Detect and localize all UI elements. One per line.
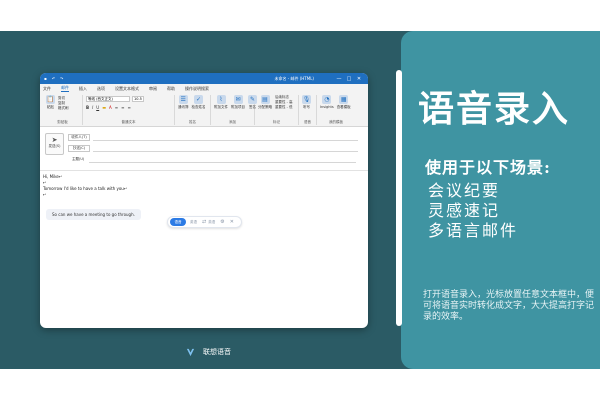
dictate-button[interactable]: 🎙 听写 — [302, 95, 311, 110]
format-painter-button[interactable]: 格式刷 — [58, 106, 69, 111]
menu-help[interactable]: 帮助 — [167, 86, 175, 92]
close-icon[interactable]: ✕ — [230, 219, 234, 225]
attach-item-button[interactable]: ✉ 附加项目 — [231, 95, 245, 110]
group-label: 添加 — [229, 120, 236, 124]
font-size-select[interactable]: 10.5 — [132, 96, 144, 102]
align-right-icon[interactable]: ≡ — [127, 105, 130, 110]
menu-message[interactable]: 邮件 — [61, 85, 69, 92]
brand-name: 联想语音 — [203, 348, 231, 356]
underline-button[interactable]: U — [96, 105, 99, 110]
subject-label: 主题(U) — [72, 156, 85, 161]
microphone-icon: 🎙 — [302, 95, 311, 104]
menu-file[interactable]: 文件 — [43, 86, 51, 92]
template-icon: ▦ — [339, 95, 349, 104]
menu-insert[interactable]: 插入 — [79, 86, 87, 92]
body-line: Tomorrow I'd like to have a talk with yo… — [43, 186, 128, 191]
voice-toolbar: 语音 英语 ⇄ 英语 ⚙ ✕ — [167, 216, 242, 228]
group-names: ☰ 通讯簿 ✓ 检查姓名 姓名 — [175, 95, 211, 125]
dictation-bubble: So can we have a meeting to go through. — [46, 209, 141, 220]
lenovo-voice-logo-icon — [186, 348, 195, 357]
settings-icon[interactable]: ⚙ — [220, 219, 224, 225]
close-button[interactable]: ✕ — [354, 76, 364, 82]
header-divider — [40, 170, 368, 171]
undo-icon[interactable]: ↶ — [52, 76, 57, 81]
align-left-icon[interactable]: ≡ — [115, 105, 118, 110]
policy-icon: ▤ — [260, 95, 270, 104]
group-label: 标记 — [273, 120, 280, 124]
title-bar: ▪ ↶ ↷ 未命名 - 邮件 (HTML) — □ ✕ — [40, 73, 368, 84]
panel-divider — [396, 70, 402, 326]
maximize-button[interactable]: □ — [344, 76, 354, 82]
check-names-button[interactable]: ✓ 检查姓名 — [192, 95, 206, 110]
group-voice: 🎙 听写 语音 — [299, 95, 317, 125]
menu-options[interactable]: 选项 — [97, 86, 105, 92]
scene-item: 灵感速记 — [428, 201, 501, 220]
group-clipboard: 📋 粘贴 剪切 复制 格式刷 剪贴板 — [43, 95, 83, 125]
group-label: 我的模板 — [329, 120, 343, 124]
cc-row: 抄送(C) — [68, 144, 358, 152]
font-color-icon[interactable]: A — [109, 105, 112, 110]
assign-policy-button[interactable]: ▤ 分配策略 — [258, 95, 272, 110]
cc-input[interactable] — [93, 145, 358, 152]
group-label: 语音 — [304, 120, 311, 124]
to-button[interactable]: 收件人(T) — [68, 133, 90, 141]
redo-icon[interactable]: ↷ — [60, 76, 65, 81]
promo-description: 打开语音录入，光标放置任意文本框中，便可将语音实时转化成文字，大大提高打字记录的… — [423, 290, 595, 322]
address-book-button[interactable]: ☰ 通讯簿 — [178, 95, 189, 110]
group-label: 剪贴板 — [57, 120, 68, 124]
view-templates-button[interactable]: ▦ 查看模板 — [337, 95, 351, 110]
voice-active-button[interactable]: 语音 — [170, 218, 186, 226]
menu-format-text[interactable]: 设置文本格式 — [115, 86, 139, 92]
outlook-window: ▪ ↶ ↷ 未命名 - 邮件 (HTML) — □ ✕ 文件 邮件 插入 选项 … — [40, 73, 368, 328]
swap-icon[interactable]: ⇄ — [202, 219, 206, 225]
subject-row: 主题(U) — [68, 155, 357, 163]
group-label: 姓名 — [189, 120, 196, 124]
document-title: 未命名 - 邮件 (HTML) — [274, 75, 314, 81]
align-center-icon[interactable]: ≡ — [121, 105, 124, 110]
attach-item-icon: ✉ — [233, 95, 243, 104]
subject-input[interactable] — [89, 156, 357, 163]
promo-title: 语音录入 — [418, 88, 571, 130]
tell-me-search[interactable]: 操作说明搜索 — [185, 86, 209, 92]
group-tags: ▤ 分配策略 后续标志 重要性 - 高 重要性 - 低 标记 — [255, 95, 299, 125]
attach-file-button[interactable]: ⌇ 附加文件 — [214, 95, 228, 110]
to-row: 收件人(T) — [68, 133, 358, 141]
save-icon[interactable]: ▪ — [44, 76, 49, 81]
insights-button[interactable]: ◔ Insights — [320, 95, 334, 109]
language-source[interactable]: 英语 — [190, 220, 197, 225]
body-line: ↵ — [43, 192, 47, 197]
bold-button[interactable]: B — [86, 105, 89, 110]
paste-icon: 📋 — [46, 95, 55, 104]
minimize-button[interactable]: — — [334, 76, 344, 82]
message-body[interactable]: Hi, Mike↵ ↵ Tomorrow I'd like to have a … — [43, 174, 127, 198]
font-family-select[interactable]: 等线 (西文正文) — [86, 96, 130, 102]
cc-button[interactable]: 抄送(C) — [68, 144, 90, 152]
paperclip-icon: ⌇ — [216, 95, 226, 104]
group-addins: ◔ Insights ▦ 查看模板 我的模板 — [317, 95, 355, 125]
ribbon: 📋 粘贴 剪切 复制 格式刷 剪贴板 等线 (西文正文) 10.5 B I U — [40, 93, 368, 127]
low-importance-button[interactable]: 重要性 - 低 — [275, 105, 293, 110]
scene-list: 会议纪要 灵感速记 多语言邮件 — [428, 181, 518, 241]
scene-item: 会议纪要 — [428, 181, 501, 200]
paste-button[interactable]: 📋 粘贴 — [46, 95, 55, 110]
brand: 联想语音 — [186, 347, 231, 357]
send-icon: ➤ — [51, 136, 58, 144]
highlight-icon[interactable]: ▬ — [102, 105, 106, 110]
menu-bar: 文件 邮件 插入 选项 设置文本格式 审阅 帮助 操作说明搜索 — [40, 84, 368, 93]
check-names-icon: ✓ — [194, 95, 203, 104]
address-book-icon: ☰ — [178, 95, 188, 104]
language-target[interactable]: 英语 — [208, 220, 215, 225]
to-input[interactable] — [93, 134, 358, 141]
insights-icon: ◔ — [322, 95, 332, 104]
italic-button[interactable]: I — [92, 105, 93, 110]
send-button[interactable]: ➤ 发送(S) — [45, 133, 64, 155]
scene-item: 多语言邮件 — [428, 221, 519, 240]
promo-subtitle: 使用于以下场景: — [425, 158, 551, 177]
menu-review[interactable]: 审阅 — [149, 86, 157, 92]
group-include: ⌇ 附加文件 ✉ 附加项目 ✎ 签名 添加 — [211, 95, 257, 125]
group-label: 普通文本 — [121, 120, 136, 124]
group-basic-text: 等线 (西文正文) 10.5 B I U ▬ A ≡ ≡ ≡ 普通文本 — [83, 95, 175, 125]
